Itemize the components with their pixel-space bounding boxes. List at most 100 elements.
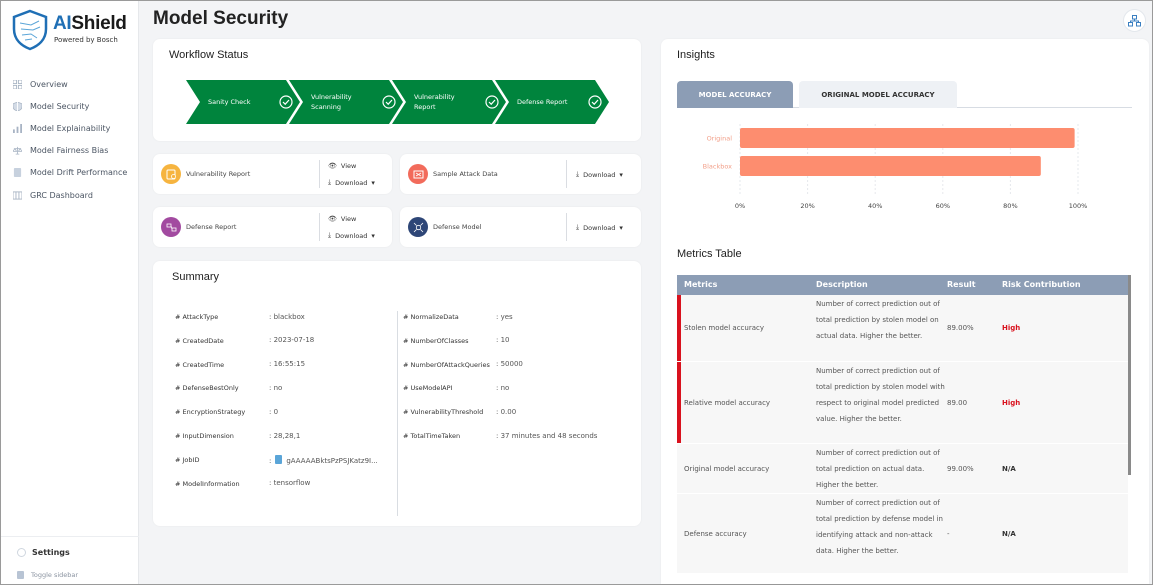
metric-name: Defense accuracy — [684, 529, 747, 538]
sidebar-footer: Settings Toggle sidebar — [1, 536, 139, 584]
table-scrollbar[interactable] — [1128, 275, 1131, 475]
sidebar-item-label: Model Security — [30, 101, 90, 111]
workflow-step-vulnerability-scanning[interactable]: Vulnerability Scanning — [289, 80, 403, 124]
scale-icon — [13, 147, 22, 155]
chevron-down-icon: ▾ — [619, 223, 623, 232]
sidebar-item-label: Model Explainability — [30, 123, 111, 133]
toggle-sidebar-label: Toggle sidebar — [31, 571, 79, 579]
sidebar-item-label: Overview — [30, 79, 68, 89]
page-title: Model Security — [153, 8, 289, 29]
brand-tagline: Powered by Bosch — [54, 36, 118, 44]
toggle-sidebar-button[interactable]: Toggle sidebar — [17, 571, 78, 579]
risk-contribution: N/A — [1002, 464, 1016, 473]
insights-card: Insights MODEL ACCURACY ORIGINAL MODEL A… — [661, 39, 1149, 584]
report-name: Vulnerability Report — [186, 170, 251, 178]
metric-name: Stolen model accuracy — [684, 324, 764, 332]
sample-attack-data-card: Sample Attack Data ⤓ Download ▾ — [400, 154, 641, 194]
copy-icon[interactable] — [275, 455, 283, 465]
chevron-down-icon: ▾ — [371, 231, 375, 240]
settings-label: Settings — [32, 548, 70, 557]
vulnerability-report-card: Vulnerability Report 👁 View ⤓ Download ▾ — [153, 154, 392, 194]
divider — [566, 160, 567, 188]
network-button[interactable] — [1123, 9, 1146, 32]
grid-icon — [13, 79, 22, 89]
step-label: Sanity Check — [208, 98, 251, 106]
summary-value: : no — [269, 383, 283, 392]
summary-key: # UseModelAPI — [403, 384, 453, 393]
view-button[interactable]: 👁 View — [328, 162, 356, 170]
step-label: Vulnerability Scanning — [311, 93, 352, 111]
download-label: Download — [335, 231, 368, 240]
download-button[interactable]: ⤓ Download ▾ — [328, 178, 375, 187]
download-button[interactable]: ⤓ Download ▾ — [576, 223, 623, 232]
x-tick-label: 60% — [936, 202, 950, 210]
sidebar: AIShield Powered by Bosch Overview Model… — [1, 1, 139, 584]
risk-contribution: High — [1002, 324, 1021, 332]
shield-icon — [13, 101, 22, 111]
divider — [319, 213, 320, 241]
sidebar-item-label: Model Fairness Bias — [30, 146, 109, 156]
download-icon: ⤓ — [576, 170, 580, 178]
sidebar-item-model-explainability[interactable]: Model Explainability — [1, 117, 139, 139]
job-id-copy[interactable]: : gAAAAABktsPzPSJKatz9I... — [269, 455, 378, 465]
summary-key: # EncryptionStrategy — [175, 408, 246, 417]
download-button[interactable]: ⤓ Download ▾ — [576, 170, 623, 179]
gear-icon — [17, 548, 26, 557]
summary-key: # CreatedDate — [175, 336, 224, 345]
sidebar-item-overview[interactable]: Overview — [1, 73, 139, 95]
sidebar-item-grc-dashboard[interactable]: GRC Dashboard — [1, 184, 139, 206]
summary-value: : yes — [496, 312, 513, 321]
download-button[interactable]: ⤓ Download ▾ — [328, 231, 375, 240]
download-label: Download — [583, 223, 616, 232]
chevron-down-icon: ▾ — [619, 170, 623, 179]
category-label: Original — [707, 135, 733, 143]
workflow-step-defense-report[interactable]: Defense Report — [495, 80, 609, 124]
summary-card: Summary # AttackType: blackbox # CreatedD… — [153, 261, 641, 526]
sidebar-item-model-drift-performance[interactable]: Model Drift Performance — [1, 162, 139, 184]
step-label: Vulnerability Report — [414, 93, 455, 111]
sidebar-toggle-icon — [17, 571, 24, 579]
logo[interactable]: AIShield Powered by Bosch — [11, 9, 136, 53]
check-circle-icon — [588, 95, 602, 109]
category-label: Blackbox — [703, 163, 732, 171]
eye-icon: 👁 — [328, 162, 337, 170]
metric-result: 99.00% — [947, 464, 974, 473]
summary-key: # VulnerabilityThreshold — [403, 408, 484, 417]
summary-key: # TotalTimeTaken — [403, 432, 461, 440]
tab-original-model-accuracy[interactable]: ORIGINAL MODEL ACCURACY — [799, 81, 957, 108]
shield-logo-icon — [12, 9, 48, 51]
metric-description: Number of correct prediction out of tota… — [816, 300, 940, 340]
x-tick-label: 20% — [800, 202, 814, 210]
step-label: Defense Report — [517, 98, 568, 106]
sidebar-item-label: Model Drift Performance — [30, 168, 128, 178]
summary-title: Summary — [172, 271, 220, 283]
summary-value: : 16:55:15 — [269, 360, 306, 369]
defense-report-card: Defense Report 👁 View ⤓ Download ▾ — [153, 207, 392, 247]
download-label: Download — [583, 170, 616, 179]
chevron-down-icon: ▾ — [371, 178, 375, 187]
sidebar-item-model-security[interactable]: Model Security — [1, 95, 139, 117]
summary-key: # NumberOfAttackQueries — [403, 360, 490, 369]
defense-model-card: Defense Model ⤓ Download ▾ — [400, 207, 641, 247]
x-tick-label: 0% — [735, 202, 745, 210]
metric-result: - — [947, 529, 950, 538]
download-icon: ⤓ — [576, 223, 580, 231]
workflow-step-sanity-check[interactable]: Sanity Check — [186, 80, 300, 124]
summary-value: : 28,28,1 — [269, 431, 301, 440]
summary-divider — [397, 311, 398, 516]
network-icon — [1128, 14, 1141, 26]
summary-key: # CreatedTime — [175, 360, 225, 369]
bar-blackbox[interactable] — [740, 156, 1041, 176]
workflow-step-vulnerability-report[interactable]: Vulnerability Report — [392, 80, 506, 124]
report-badge-icon — [408, 164, 428, 184]
bar-original[interactable] — [740, 128, 1075, 148]
tab-model-accuracy[interactable]: MODEL ACCURACY — [677, 81, 793, 108]
metrics-table-row: Stolen model accuracy Number of correct p… — [677, 295, 1128, 362]
sidebar-item-model-fairness-bias[interactable]: Model Fairness Bias — [1, 140, 139, 162]
metric-name: Relative model accuracy — [684, 398, 771, 407]
report-name: Sample Attack Data — [433, 170, 498, 178]
metrics-table-header: Metrics Description Result Risk Contribu… — [677, 275, 1131, 295]
view-button[interactable]: 👁 View — [328, 215, 356, 223]
settings-button[interactable]: Settings — [17, 548, 70, 557]
divider — [566, 213, 567, 241]
